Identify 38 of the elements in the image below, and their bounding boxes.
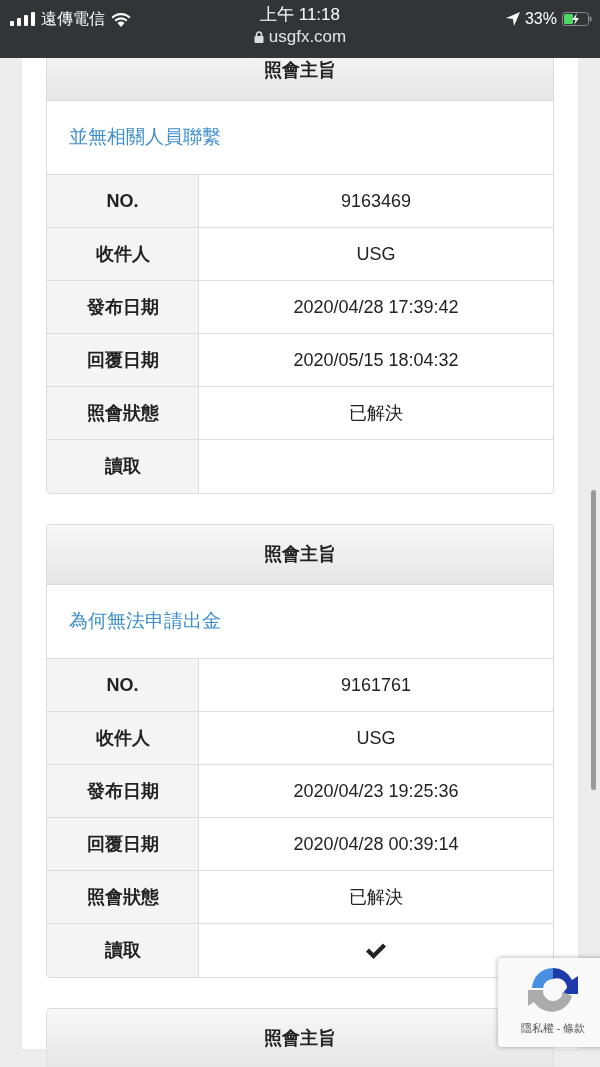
row-value: USG [355, 242, 397, 266]
row-label: 讀取 [47, 440, 199, 493]
wifi-icon [111, 11, 131, 27]
row-label: 發布日期 [47, 281, 199, 333]
battery-charging-icon [562, 12, 592, 26]
row-label: 照會狀態 [47, 871, 199, 923]
row-label: 回覆日期 [47, 334, 199, 386]
row-label: 讀取 [47, 924, 199, 977]
row-value: 2020/04/28 17:39:42 [292, 295, 460, 319]
row-label: 收件人 [47, 228, 199, 280]
row-label: NO. [47, 175, 199, 227]
card-header: 照會主旨 [47, 525, 553, 585]
row-value: 已解決 [348, 401, 404, 425]
row-label: 照會狀態 [47, 387, 199, 439]
signal-icon [10, 12, 35, 26]
lock-icon [253, 31, 264, 43]
location-arrow-icon [505, 12, 520, 26]
row-value: 9161761 [339, 673, 413, 697]
recaptcha-logo-icon [526, 966, 580, 1014]
subject-link[interactable]: 為何無法申請出金 [69, 607, 221, 636]
privacy-terms-link[interactable]: 隱私權 - 條款 [520, 1020, 586, 1037]
clock-time: 上午 11:18 [260, 4, 340, 26]
card-header: 照會主旨 [47, 58, 553, 101]
battery-percent: 33% [524, 9, 557, 29]
row-label: 回覆日期 [47, 818, 199, 870]
row-label: NO. [47, 659, 199, 711]
row-value: 2020/04/28 00:39:14 [292, 832, 460, 856]
row-value: USG [355, 726, 397, 750]
row-value: 2020/05/15 18:04:32 [292, 348, 460, 372]
subject-link[interactable]: 並無相關人員聯繫 [69, 123, 221, 152]
row-value: 已解決 [348, 885, 404, 909]
carrier-name: 遠傳電信 [41, 9, 105, 29]
row-value: 9163469 [339, 189, 413, 213]
row-value: 2020/04/23 19:25:36 [292, 779, 460, 803]
recaptcha-badge[interactable]: 隱私權 - 條款 [498, 958, 600, 1047]
row-label: 收件人 [47, 712, 199, 764]
page-url[interactable]: usgfx.com [268, 26, 347, 48]
row-label: 發布日期 [47, 765, 199, 817]
